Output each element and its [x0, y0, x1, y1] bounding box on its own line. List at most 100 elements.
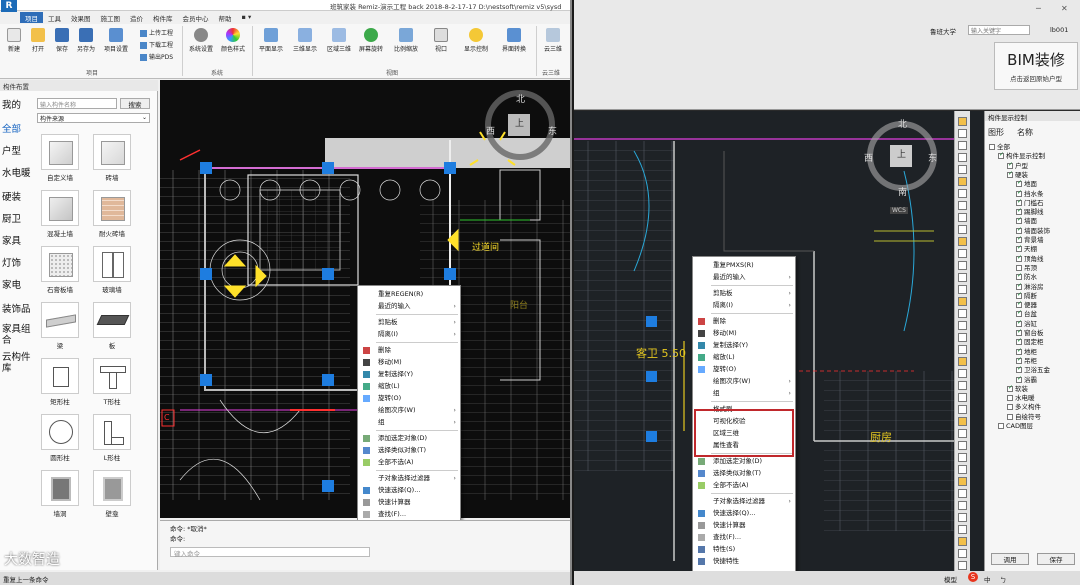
app-logo[interactable]: R: [1, 0, 17, 12]
menu-item[interactable]: 删除: [358, 345, 460, 356]
draw-tool-icon[interactable]: [958, 381, 967, 390]
tile-rect-column[interactable]: 矩形柱: [38, 358, 82, 406]
export-pds-button[interactable]: 输出PDS: [140, 52, 173, 61]
draw-tool-icon[interactable]: [958, 429, 967, 438]
checkbox[interactable]: [1016, 337, 1022, 346]
minimize-icon[interactable]: ─: [1036, 4, 1041, 13]
checkbox[interactable]: [989, 144, 995, 150]
upload-project-button[interactable]: 上传工程: [140, 28, 173, 37]
checkbox[interactable]: [1007, 384, 1013, 392]
draw-tool-icon[interactable]: [958, 405, 967, 414]
tile-l-column[interactable]: L形柱: [90, 414, 134, 462]
wcs-badge[interactable]: WCS: [890, 207, 908, 214]
category-appliances[interactable]: 家电: [2, 280, 34, 291]
checkbox[interactable]: [1016, 282, 1022, 290]
category-mine[interactable]: 我的: [2, 100, 34, 111]
menu-item[interactable]: 剪贴板 ›: [693, 288, 795, 299]
draw-tool-icon[interactable]: [958, 345, 967, 354]
model-tab[interactable]: 模型: [944, 574, 957, 584]
tile-wall-opening[interactable]: 墙洞: [38, 470, 82, 518]
menu-item[interactable]: 隔离(I) ›: [693, 300, 795, 311]
checkbox[interactable]: [1016, 365, 1022, 374]
menu-construction[interactable]: 施工图: [96, 12, 126, 23]
menu-library[interactable]: 构件库: [148, 12, 178, 23]
menu-item[interactable]: 缩放(L): [358, 381, 460, 392]
keyword-search-input[interactable]: 输入关键字: [968, 25, 1030, 35]
input-method-icon[interactable]: S: [968, 572, 978, 582]
save-config-button[interactable]: 保存: [1037, 553, 1075, 565]
menu-help[interactable]: 帮助: [214, 12, 237, 23]
compass-center-label[interactable]: 上: [897, 147, 906, 160]
checkbox[interactable]: [1016, 291, 1022, 299]
menu-item[interactable]: 最近的输入 ›: [358, 301, 460, 312]
input-mode-label[interactable]: ㄅ: [1000, 574, 1007, 584]
menu-item[interactable]: 重复REGEN(R): [358, 289, 460, 300]
checkbox[interactable]: [998, 151, 1004, 160]
draw-tool-icon[interactable]: [958, 453, 967, 462]
cloud-3d-button[interactable]: 云三维: [540, 26, 566, 53]
category-floorplan[interactable]: 户型: [2, 146, 34, 157]
checkbox[interactable]: [1016, 272, 1022, 281]
menu-item[interactable]: 全部不选(A): [358, 457, 460, 468]
draw-tool-icon[interactable]: [958, 477, 967, 486]
menu-item[interactable]: 缩放(L): [693, 352, 795, 363]
menu-item[interactable]: 复制选择(Y): [358, 369, 460, 380]
category-furniture[interactable]: 家具: [2, 236, 34, 247]
checkbox[interactable]: [1016, 319, 1022, 327]
menu-item[interactable]: 选择类似对象(T): [693, 468, 795, 479]
tile-slab[interactable]: 板: [90, 302, 134, 350]
display-control-button[interactable]: 显示控制: [460, 26, 492, 53]
checkbox[interactable]: [1016, 226, 1022, 234]
category-kitchen-bath[interactable]: 厨卫: [2, 214, 34, 225]
menu-item[interactable]: 旋转(O): [358, 393, 460, 404]
3d-view-button[interactable]: 三维显示: [290, 26, 320, 53]
tile-t-column[interactable]: T形柱: [90, 358, 134, 406]
menu-item[interactable]: 快速选择(Q)...: [693, 508, 795, 519]
draw-tool-icon[interactable]: [958, 141, 967, 150]
category-lighting[interactable]: 灯饰: [2, 258, 34, 269]
tile-firebrick-wall[interactable]: 耐火砖墙: [90, 190, 134, 238]
draw-tool-icon[interactable]: [958, 369, 967, 378]
close-icon[interactable]: ✕: [1061, 4, 1068, 13]
tile-brick-wall[interactable]: 砖墙: [90, 134, 134, 182]
checkbox[interactable]: [1016, 347, 1022, 355]
menu-item[interactable]: 特性(S): [693, 544, 795, 555]
draw-tool-icon[interactable]: [958, 321, 967, 330]
checkbox[interactable]: [1016, 207, 1022, 216]
plan-view-button[interactable]: 平面显示: [256, 26, 286, 53]
save-button[interactable]: 保存: [50, 26, 74, 53]
menu-item[interactable]: 查找(F)...: [358, 509, 460, 520]
menu-item[interactable]: 快速计算器: [358, 497, 460, 508]
draw-tool-icon[interactable]: [958, 285, 967, 294]
menu-item[interactable]: 剪贴板 ›: [358, 317, 460, 328]
menu-item[interactable]: 绘图次序(W) ›: [693, 376, 795, 387]
tab-graphics[interactable]: 图形: [988, 127, 1004, 138]
load-button[interactable]: 调用: [991, 553, 1029, 565]
draw-tool-icon[interactable]: [958, 525, 967, 534]
tab-name[interactable]: 名称: [1017, 127, 1033, 138]
component-source-select[interactable]: 构件来源 ⌄: [37, 113, 150, 123]
draw-tool-icon[interactable]: [958, 441, 967, 450]
tile-glass-wall[interactable]: 玻璃墙: [90, 246, 134, 294]
draw-tool-icon[interactable]: [958, 501, 967, 510]
category-hard-decor[interactable]: 硬装: [2, 192, 34, 203]
checkbox[interactable]: [1007, 395, 1013, 402]
draw-tool-icon[interactable]: [958, 165, 967, 174]
checkbox[interactable]: [1016, 235, 1022, 243]
draw-tool-icon[interactable]: [958, 129, 967, 138]
checkbox[interactable]: [1016, 198, 1022, 206]
menu-item[interactable]: 全部不选(A): [693, 480, 795, 491]
system-settings-button[interactable]: 系统设置: [186, 26, 216, 53]
menu-item[interactable]: 子对象选择过滤器 ›: [358, 473, 460, 484]
user-school-label[interactable]: 鲁班大学: [930, 26, 956, 36]
draw-tool-icon[interactable]: [958, 225, 967, 234]
menu-item[interactable]: 移动(M): [358, 357, 460, 368]
menu-cost[interactable]: 造价: [125, 12, 148, 23]
checkbox[interactable]: [1016, 300, 1022, 309]
menu-item[interactable]: 旋转(O): [693, 364, 795, 375]
project-settings-button[interactable]: 项目设置: [100, 26, 132, 53]
tile-beam[interactable]: 梁: [38, 302, 82, 350]
checkbox[interactable]: [1016, 328, 1022, 336]
draw-tool-icon[interactable]: [958, 249, 967, 258]
menu-item[interactable]: 添加选定对象(D): [693, 456, 795, 467]
